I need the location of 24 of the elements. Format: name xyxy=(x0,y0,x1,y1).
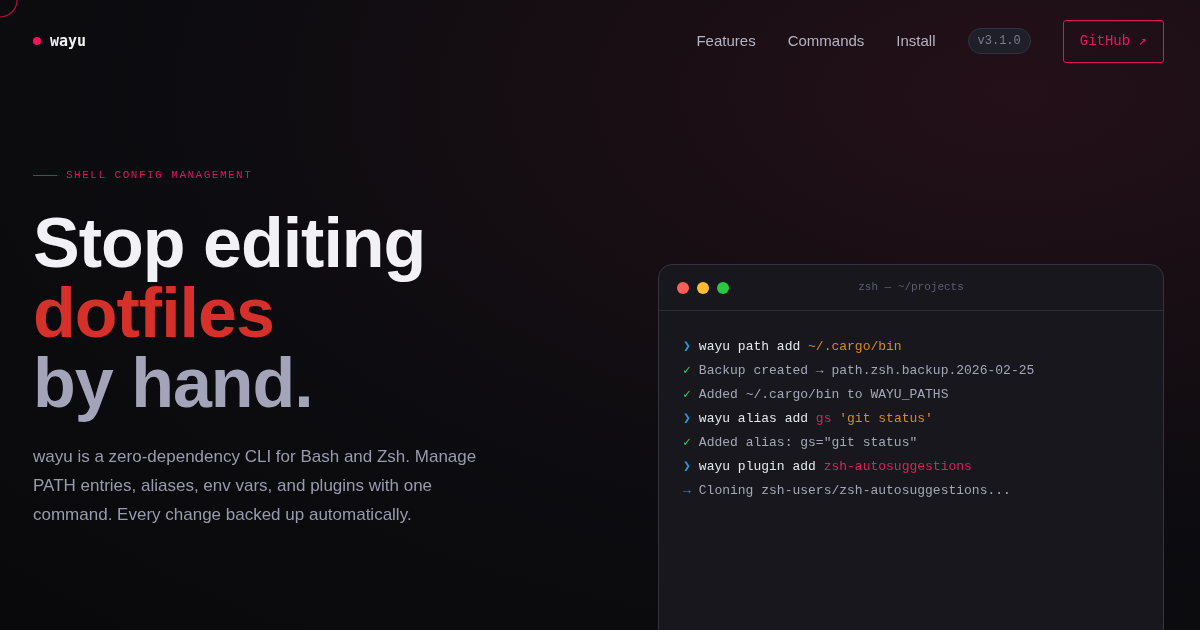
terminal-line: Backup created → path.zsh.backup.2026-02-25 xyxy=(698,362,1035,380)
terminal-line: Added ~/.cargo/bin to WAYU_PATHS xyxy=(698,386,949,404)
nav-link[interactable]: Features xyxy=(696,29,756,53)
terminal-line: wayu plugin add zsh-autosuggestions xyxy=(698,458,972,476)
line-marker: ✓ xyxy=(683,434,691,452)
line-marker: → xyxy=(683,482,691,500)
logo[interactable]: wayu xyxy=(50,29,87,53)
ring-icon xyxy=(0,0,20,18)
line-marker: ❯ xyxy=(683,410,691,428)
terminal-line: Added alias: gs="git status" xyxy=(698,434,918,452)
version-badge: v3.1.0 xyxy=(967,28,1031,54)
line-marker: ❯ xyxy=(683,458,691,476)
terminal-line: wayu path add ~/.cargo/bin xyxy=(698,338,902,356)
terminal-line: wayu alias add gs 'git status' xyxy=(698,410,933,428)
terminal-title: zsh — ~/projects xyxy=(858,280,964,296)
line-marker: ✓ xyxy=(683,362,691,380)
nav-link[interactable]: Commands xyxy=(787,29,865,53)
github-button[interactable]: GitHub ↗ xyxy=(1062,19,1164,63)
line-marker: ❯ xyxy=(683,338,691,356)
nav-link[interactable]: Install xyxy=(896,29,936,53)
eyebrow-label: SHELL CONFIG MANAGEMENT xyxy=(66,168,253,183)
terminal-line: Cloning zsh-users/zsh-autosuggestions... xyxy=(698,482,1011,500)
hero-description: wayu is a zero-dependency CLI for Bash and Zsh. Manage PATH entries, aliases, env vars, and plugins with one command. Every change backed up automatically. xyxy=(33,445,478,526)
line-marker: ✓ xyxy=(683,386,691,404)
